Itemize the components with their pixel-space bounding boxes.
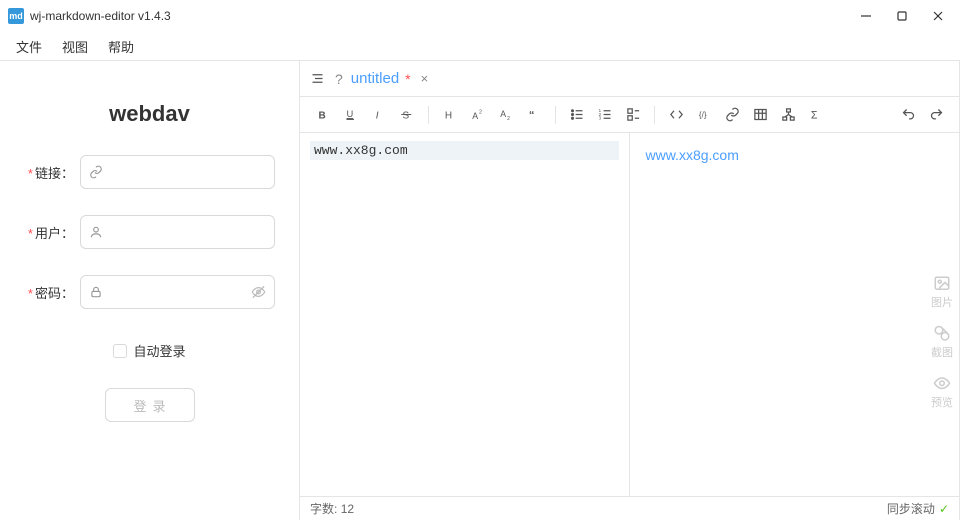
code-button[interactable] (663, 102, 689, 128)
maximize-button[interactable] (888, 6, 916, 26)
menu-help[interactable]: 帮助 (100, 34, 142, 59)
link-button[interactable] (719, 102, 745, 128)
label-link: *链接： (24, 163, 80, 182)
inline-code-button[interactable]: {/} (691, 102, 717, 128)
ordered-list-button[interactable]: 123 (592, 102, 618, 128)
heading-button[interactable]: H (437, 102, 463, 128)
superscript-button[interactable]: A2 (465, 102, 491, 128)
table-button[interactable] (747, 102, 773, 128)
subscript-button[interactable]: A2 (493, 102, 519, 128)
editor-panes: www.xx8g.com www.xx8g.com 图片 截图 预览 (300, 133, 959, 496)
label-user: *用户： (24, 223, 80, 242)
diagram-button[interactable] (775, 102, 801, 128)
form-row-link: *链接： (24, 155, 275, 189)
app-title: wj-markdown-editor v1.4.3 (30, 9, 852, 23)
status-bar: 字数: 12 同步滚动 ✓ (300, 496, 959, 520)
quote-button[interactable]: “ (521, 102, 547, 128)
side-tool-panel: 图片 截图 预览 (931, 274, 953, 410)
tab-bar: ? untitled * × (300, 61, 959, 97)
label-password: *密码： (24, 283, 80, 302)
source-line: www.xx8g.com (310, 141, 619, 160)
task-list-button[interactable] (620, 102, 646, 128)
screenshot-label: 截图 (931, 344, 953, 360)
source-pane[interactable]: www.xx8g.com (300, 133, 630, 496)
main-region: webdav *链接： *用户： *密码： 自动登 (0, 60, 960, 520)
menu-view[interactable]: 视图 (54, 34, 96, 59)
word-count-label: 字数: (310, 500, 337, 517)
svg-text:Σ: Σ (810, 109, 817, 121)
formula-button[interactable]: Σ (803, 102, 829, 128)
redo-button[interactable] (923, 102, 949, 128)
insert-image-button[interactable]: 图片 (931, 274, 953, 310)
preview-pane: www.xx8g.com (630, 133, 960, 496)
user-icon (89, 225, 103, 239)
svg-text:A: A (472, 111, 478, 121)
sidebar-title: webdav (109, 101, 190, 127)
tab-modified-indicator: * (405, 71, 410, 87)
app-logo: md (8, 8, 24, 24)
form-row-password: *密码： (24, 275, 275, 309)
login-button[interactable]: 登录 (105, 388, 195, 422)
eye-off-icon[interactable] (251, 285, 266, 300)
input-link[interactable] (80, 155, 275, 189)
sidebar-webdav: webdav *链接： *用户： *密码： 自动登 (0, 61, 300, 520)
underline-button[interactable]: U (338, 102, 364, 128)
sync-scroll-check-icon: ✓ (939, 502, 949, 516)
svg-text:3: 3 (598, 116, 601, 121)
unordered-list-button[interactable] (564, 102, 590, 128)
screenshot-button[interactable]: 截图 (931, 324, 953, 360)
lock-icon (89, 285, 103, 299)
svg-text:B: B (318, 110, 325, 121)
svg-text:I: I (375, 110, 378, 121)
tab-status-icon: ? (335, 71, 343, 87)
editor-area: ? untitled* × B U I S H A2 A2 “ 123 {/} … (300, 61, 960, 520)
svg-text:2: 2 (507, 116, 510, 122)
outline-icon[interactable] (310, 71, 325, 86)
menu-file[interactable]: 文件 (8, 34, 50, 59)
svg-text:S: S (402, 110, 409, 121)
window-controls (852, 6, 952, 26)
svg-text:U: U (346, 109, 353, 119)
italic-button[interactable]: I (366, 102, 392, 128)
svg-text:“: “ (528, 109, 534, 121)
menu-bar: 文件 视图 帮助 (0, 32, 960, 60)
title-bar: md wj-markdown-editor v1.4.3 (0, 0, 960, 32)
editor-toolbar: B U I S H A2 A2 “ 123 {/} Σ (300, 97, 959, 133)
preview-toggle-button[interactable]: 预览 (931, 374, 953, 410)
preview-toggle-label: 预览 (931, 394, 953, 410)
word-count-value: 12 (341, 502, 354, 516)
link-icon (89, 165, 103, 179)
sync-scroll-label[interactable]: 同步滚动 (887, 500, 935, 517)
close-button[interactable] (924, 6, 952, 26)
auto-login-row: 自动登录 (113, 341, 185, 360)
svg-text:H: H (444, 110, 451, 121)
input-user[interactable] (80, 215, 275, 249)
undo-button[interactable] (895, 102, 921, 128)
minimize-button[interactable] (852, 6, 880, 26)
svg-text:A: A (500, 109, 506, 119)
form-row-user: *用户： (24, 215, 275, 249)
tab-name[interactable]: untitled (351, 70, 399, 87)
auto-login-checkbox[interactable] (113, 344, 127, 358)
svg-text:{/}: {/} (698, 111, 706, 120)
input-password[interactable] (80, 275, 275, 309)
tab-close-icon[interactable]: × (421, 71, 429, 86)
insert-image-label: 图片 (931, 294, 953, 310)
preview-link[interactable]: www.xx8g.com (646, 147, 739, 163)
strikethrough-button[interactable]: S (394, 102, 420, 128)
auto-login-label: 自动登录 (133, 341, 185, 360)
bold-button[interactable]: B (310, 102, 336, 128)
svg-text:2: 2 (479, 109, 482, 115)
